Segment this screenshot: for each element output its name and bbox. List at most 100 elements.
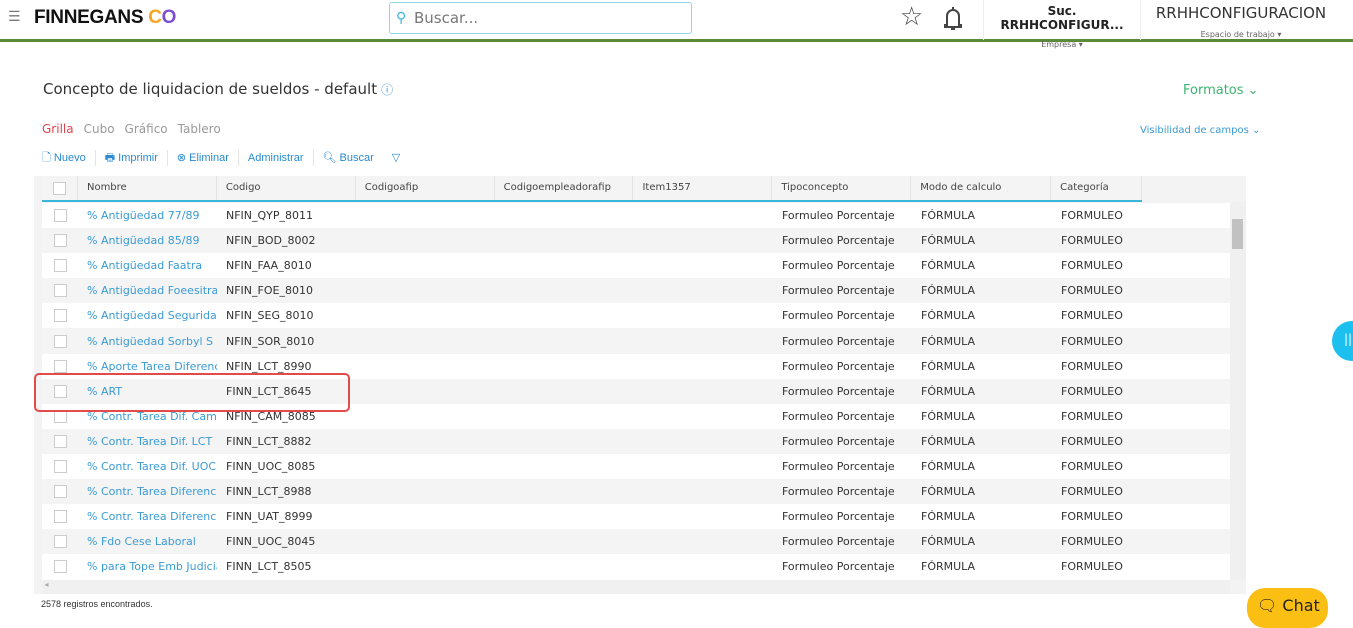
column-header[interactable]: Item1357: [633, 176, 773, 200]
toolbar: 🗋 Nuevo 🖶 Imprimir ⊗ Eliminar Administra…: [42, 150, 409, 166]
row-checkbox[interactable]: [42, 203, 78, 228]
table-cell: FÓRMULA: [921, 259, 976, 273]
name-link[interactable]: % Antigüedad Faatra: [78, 259, 217, 272]
tab-cubo[interactable]: Cubo: [84, 122, 115, 136]
tab-grafico[interactable]: Gráfico: [125, 122, 168, 136]
table-row[interactable]: % Contr. Tarea Diferencial FINN_UAT_8999 F…: [42, 504, 1230, 529]
table-row[interactable]: % Antigüedad Faatra NFIN_FAA_8010 Formuleo…: [42, 253, 1230, 278]
column-header[interactable]: Codigoafip: [356, 176, 495, 200]
name-link[interactable]: % Antigüedad Sorbyl S: [78, 335, 217, 348]
row-checkbox[interactable]: [42, 504, 78, 529]
table-cell: FORMULEO: [1061, 510, 1123, 524]
column-header[interactable]: Tipoconcepto: [772, 176, 912, 200]
select-all-checkbox[interactable]: [42, 176, 78, 200]
table-row[interactable]: % Contr. Tarea Diferencial FINN_LCT_8988 F…: [42, 479, 1230, 505]
name-link[interactable]: % Contr. Tarea Dif. LCT: [78, 435, 217, 448]
table-cell: FÓRMULA: [921, 359, 976, 373]
table-cell: Formuleo Porcentaje: [782, 434, 895, 448]
name-link[interactable]: % Fdo Cese Laboral: [78, 535, 217, 548]
table-row[interactable]: % Antigüedad Foeesitra NFIN_FOE_8010 Formu…: [42, 278, 1230, 304]
side-panel-toggle[interactable]: ||: [1332, 321, 1353, 361]
name-link[interactable]: % para Tope Emb Judicial: [78, 560, 217, 573]
table-row[interactable]: % Antigüedad 77/89 NFIN_QYP_8011 Formuleo …: [42, 203, 1230, 228]
name-link[interactable]: % Aporte Tarea Diferencial: [78, 360, 217, 373]
table-cell: FÓRMULA: [921, 535, 976, 549]
name-link[interactable]: % Antigüedad Foeesitra: [78, 284, 217, 297]
table-cell: FORMULEO: [1061, 409, 1123, 423]
new-button[interactable]: 🗋 Nuevo: [42, 150, 96, 166]
tab-tablero[interactable]: Tablero: [178, 122, 221, 136]
table-cell: Formuleo Porcentaje: [782, 209, 895, 223]
table-cell: FÓRMULA: [921, 334, 976, 348]
table-row[interactable]: % Antigüedad 85/89 NFIN_BOD_8002 Formuleo …: [42, 228, 1230, 254]
field-visibility-dropdown[interactable]: Visibilidad de campos ⌄: [1140, 125, 1260, 136]
formatos-dropdown[interactable]: Formatos ⌄: [1183, 83, 1259, 98]
table-row[interactable]: % Antigüedad Seguridad NFIN_SEG_8010 Formu…: [42, 303, 1230, 328]
table-cell: Formuleo Porcentaje: [782, 459, 895, 473]
table-cell: FÓRMULA: [921, 384, 976, 398]
name-link[interactable]: % Contr. Tarea Diferencial: [78, 510, 217, 523]
menu-icon[interactable]: ☰: [8, 9, 21, 25]
table-cell: Formuleo Porcentaje: [782, 535, 895, 549]
info-icon[interactable]: ⓘ: [381, 83, 393, 97]
name-link[interactable]: % Antigüedad 85/89: [78, 234, 217, 247]
table-cell: FÓRMULA: [921, 560, 976, 574]
table-cell: FÓRMULA: [921, 459, 976, 473]
manage-button[interactable]: Administrar: [239, 150, 314, 166]
name-link[interactable]: % Antigüedad Seguridad: [78, 309, 217, 322]
table-cell: FORMULEO: [1061, 234, 1123, 248]
table-row[interactable]: % Contr. Tarea Dif. LCT FINN_LCT_8882 Form…: [42, 428, 1230, 454]
row-checkbox[interactable]: [42, 529, 78, 554]
table-row[interactable]: % Antigüedad Sorbyl S NFIN_SOR_8010 Formul…: [42, 328, 1230, 354]
row-checkbox[interactable]: [42, 454, 78, 479]
table-cell: FINN_LCT_8882: [226, 434, 312, 448]
row-checkbox[interactable]: [42, 479, 78, 504]
name-link[interactable]: % Antigüedad 77/89: [78, 209, 217, 222]
table-cell: FORMULEO: [1061, 535, 1123, 549]
delete-button[interactable]: ⊗ Eliminar: [168, 150, 239, 166]
logo[interactable]: FINNEGANS CO: [34, 7, 176, 29]
table-cell: Formuleo Porcentaje: [782, 309, 895, 323]
horizontal-scrollbar[interactable]: ◂: [42, 580, 1230, 594]
row-checkbox[interactable]: [42, 278, 78, 303]
table-cell: FORMULEO: [1061, 209, 1123, 223]
row-checkbox[interactable]: [42, 253, 78, 278]
column-header[interactable]: Codigo: [217, 176, 356, 200]
tab-grilla[interactable]: Grilla: [42, 122, 74, 136]
table-cell: NFIN_QYP_8011: [226, 209, 314, 223]
workspace-selector[interactable]: RRHHCONFIGURACION Espacio de trabajo ▾: [1141, 0, 1341, 39]
table-row[interactable]: % Fdo Cese Laboral FINN_UOC_8045 Formuleo …: [42, 529, 1230, 555]
table-cell: FORMULEO: [1061, 459, 1123, 473]
table-cell: FINN_LCT_8988: [226, 485, 312, 499]
row-checkbox[interactable]: [42, 554, 78, 579]
print-button[interactable]: 🖶 Imprimir: [96, 150, 168, 166]
row-checkbox[interactable]: [42, 303, 78, 328]
table-cell: Formuleo Porcentaje: [782, 334, 895, 348]
row-checkbox[interactable]: [42, 228, 78, 253]
star-icon[interactable]: ☆: [900, 2, 923, 32]
table-cell: FÓRMULA: [921, 284, 976, 298]
filter-icon[interactable]: ▽: [383, 150, 409, 166]
table-cell: NFIN_LCT_8990: [226, 359, 312, 373]
vertical-scrollbar[interactable]: [1230, 202, 1246, 580]
name-link[interactable]: % Contr. Tarea Diferencial: [78, 485, 217, 498]
column-header[interactable]: Nombre: [78, 176, 217, 200]
row-checkbox[interactable]: [42, 328, 78, 353]
table-cell: Formuleo Porcentaje: [782, 259, 895, 273]
row-checkbox[interactable]: [42, 429, 78, 454]
view-tabs: Grilla Cubo Gráfico Tablero: [42, 122, 231, 136]
table-cell: FORMULEO: [1061, 359, 1123, 373]
search-button[interactable]: 🔍︎ Buscar: [314, 150, 383, 166]
column-header[interactable]: Codigoempleadorafip: [495, 176, 634, 200]
company-selector[interactable]: Suc. RRHHCONFIGUR... Empresa ▾: [983, 0, 1141, 49]
column-header[interactable]: Categoría: [1051, 176, 1143, 200]
name-link[interactable]: % Contr. Tarea Dif. UOCRA: [78, 460, 217, 473]
table-row[interactable]: % Contr. Tarea Dif. UOCRA FINN_UOC_8085 Fo…: [42, 454, 1230, 479]
table-cell: FORMULEO: [1061, 259, 1123, 273]
column-header[interactable]: Modo de calculo: [911, 176, 1052, 200]
chat-button[interactable]: 🗨︎ Chat: [1247, 588, 1328, 628]
table-row[interactable]: % para Tope Emb Judicial FINN_LCT_8505 For…: [42, 554, 1230, 579]
search-input[interactable]: ⚲ Buscar...: [389, 2, 692, 34]
bell-icon[interactable]: [943, 5, 963, 33]
table-cell: Formuleo Porcentaje: [782, 284, 895, 298]
